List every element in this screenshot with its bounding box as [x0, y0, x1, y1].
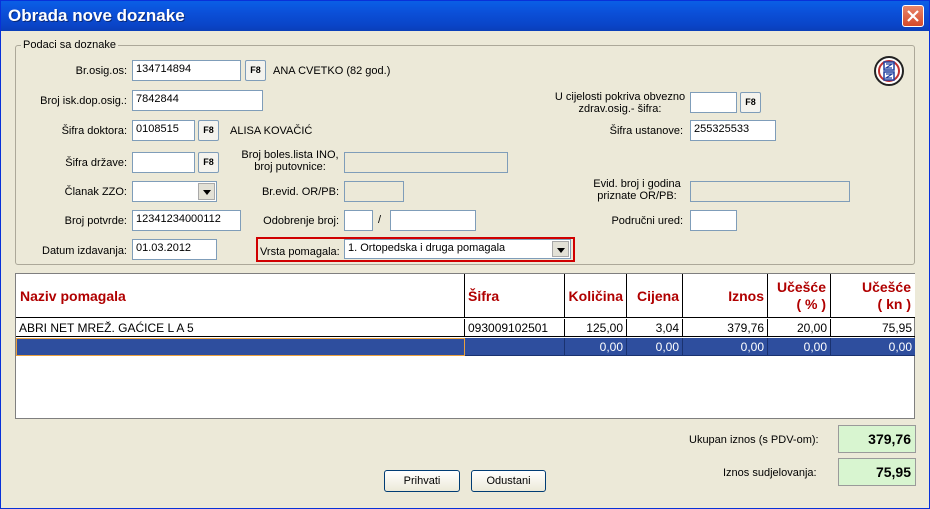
- ukupan-iznos-label: Ukupan iznos (s PDV-om):: [689, 434, 819, 446]
- chevron-down-icon: [557, 248, 565, 253]
- br-osig-input[interactable]: 134714894: [132, 60, 241, 81]
- clanak-dropdown-button[interactable]: [198, 183, 215, 200]
- sifra-drzave-label: Šifra države:: [65, 157, 127, 169]
- cell-iznos[interactable]: 379,76: [683, 319, 768, 337]
- cell-ucesce-kn[interactable]: 75,95: [831, 319, 915, 337]
- col-header-sifra[interactable]: Šifra: [465, 274, 565, 318]
- u-cijelosti-input[interactable]: [690, 92, 737, 113]
- cell-ucesce-kn[interactable]: 0,00: [831, 338, 915, 356]
- broj-potvrde-label: Broj potvrde:: [64, 215, 127, 227]
- window-title: Obrada nove doznake: [8, 6, 185, 25]
- u-cijelosti-lookup-button[interactable]: F8: [740, 92, 761, 113]
- cell-kolicina[interactable]: 125,00: [565, 319, 627, 337]
- doctor-name: ALISA KOVAČIĆ: [230, 125, 313, 137]
- lookup-icon: F8: [745, 97, 756, 107]
- sifra-ustanove-input[interactable]: 255325533: [690, 120, 776, 141]
- lookup-icon: F8: [203, 157, 214, 167]
- ukupan-iznos-value: 379,76: [838, 425, 916, 453]
- iznos-sudjelovanja-label: Iznos sudjelovanja:: [723, 467, 817, 479]
- close-icon: [907, 10, 919, 22]
- odustani-button[interactable]: Odustani: [471, 470, 546, 492]
- br-osig-label: Br.osig.os:: [75, 65, 127, 77]
- col-header-kolicina[interactable]: Količina: [565, 274, 627, 318]
- iznos-sudjelovanja-value: 75,95: [838, 458, 916, 486]
- vrsta-selected-value: 1. Ortopedska i druga pomagala: [348, 242, 506, 254]
- broj-boles-input[interactable]: [344, 152, 508, 173]
- lookup-icon: F8: [203, 125, 214, 135]
- col-header-ucesce-kn[interactable]: Učešće( kn ): [831, 274, 915, 318]
- cell-naziv[interactable]: [16, 338, 465, 356]
- col-header-iznos[interactable]: Iznos: [683, 274, 768, 318]
- broj-isk-label: Broj isk.dop.osig.:: [40, 95, 127, 107]
- podrucni-label: Područni ured:: [611, 215, 683, 227]
- vrsta-dropdown-button[interactable]: [552, 241, 569, 257]
- cell-ucesce-pct[interactable]: 0,00: [768, 338, 831, 356]
- sifra-drzave-lookup-button[interactable]: F8: [198, 152, 219, 173]
- cell-sifra[interactable]: [465, 338, 565, 356]
- chevron-down-icon: [203, 190, 211, 195]
- prihvati-button[interactable]: Prihvati: [384, 470, 460, 492]
- patient-name: ANA CVETKO (82 god.): [273, 65, 391, 77]
- col-header-cijena[interactable]: Cijena: [627, 274, 683, 318]
- odobrenje-separator: /: [378, 214, 382, 226]
- br-evid-input[interactable]: [344, 181, 404, 202]
- lookup-icon: F8: [250, 65, 261, 75]
- sifra-doktora-input[interactable]: 0108515: [132, 120, 195, 141]
- sifra-ustanove-label: Šifra ustanove:: [609, 125, 683, 137]
- cell-iznos[interactable]: 0,00: [683, 338, 768, 356]
- sifra-drzave-input[interactable]: [132, 152, 195, 173]
- datum-label: Datum izdavanja:: [42, 245, 127, 257]
- close-button[interactable]: [902, 5, 924, 27]
- broj-isk-input[interactable]: 7842844: [132, 90, 263, 111]
- broj-potvrde-input[interactable]: 12341234000112: [132, 210, 241, 231]
- title-bar: Obrada nove doznake: [1, 1, 929, 31]
- vrsta-pomagala-select[interactable]: 1. Ortopedska i druga pomagala: [344, 239, 571, 259]
- odobrenje-label: Odobrenje broj:: [263, 215, 339, 227]
- cell-sifra[interactable]: 093009102501: [465, 319, 565, 337]
- cell-ucesce-pct[interactable]: 20,00: [768, 319, 831, 337]
- datum-input[interactable]: 01.03.2012: [132, 239, 217, 260]
- col-header-naziv[interactable]: Naziv pomagala: [16, 274, 465, 318]
- dialog-window: Obrada nove doznake Podaci sa doznake Br…: [0, 0, 930, 509]
- evid-broj-label: Evid. broj i godina priznate OR/PB:: [593, 178, 681, 202]
- u-cijelosti-label: U cijelosti pokriva obvezno zdrav.osig.-…: [554, 91, 686, 115]
- odobrenje-godina-input[interactable]: [390, 210, 476, 231]
- odobrenje-broj-input[interactable]: [344, 210, 373, 231]
- podrucni-input[interactable]: [690, 210, 737, 231]
- cell-cijena[interactable]: 3,04: [627, 319, 683, 337]
- evid-broj-input[interactable]: [690, 181, 850, 202]
- vrsta-label: Vrsta pomagala:: [260, 246, 340, 258]
- cell-naziv[interactable]: ABRI NET MREŽ. GAĆICE L A 5: [16, 319, 465, 337]
- broj-boles-label: Broj boles.lista INO, broj putovnice:: [241, 149, 339, 173]
- cell-kolicina[interactable]: 0,00: [565, 338, 627, 356]
- br-osig-lookup-button[interactable]: F8: [245, 60, 266, 81]
- groupbox-legend: Podaci sa doznake: [21, 39, 118, 51]
- sifra-doktora-label: Šifra doktora:: [61, 125, 127, 137]
- clanak-label: Članak ZZO:: [64, 186, 127, 198]
- clanak-select[interactable]: [132, 181, 217, 202]
- pomagala-grid[interactable]: Naziv pomagala Šifra Količina Cijena Izn…: [15, 273, 915, 419]
- sifra-doktora-lookup-button[interactable]: F8: [198, 120, 219, 141]
- br-evid-label: Br.evid. OR/PB:: [261, 186, 339, 198]
- col-header-ucesce-pct[interactable]: Učešće( % ): [768, 274, 831, 318]
- cell-cijena[interactable]: 0,00: [627, 338, 683, 356]
- emblem-icon: [873, 55, 905, 87]
